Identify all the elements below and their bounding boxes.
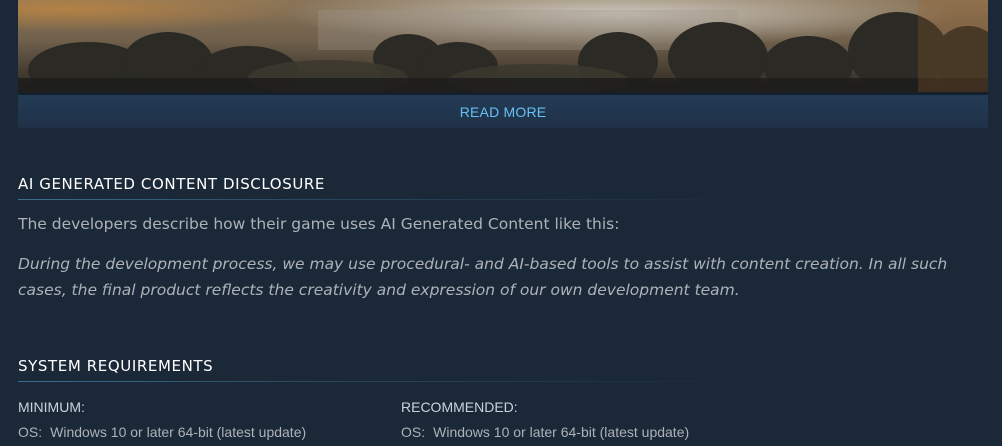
system-requirements-title: SYSTEM REQUIREMENTS [18, 357, 214, 375]
game-description-image [18, 0, 988, 92]
minimum-heading: MINIMUM: [18, 399, 85, 415]
read-more-button[interactable]: READ MORE [18, 95, 988, 128]
ai-disclosure-title: AI GENERATED CONTENT DISCLOSURE [18, 175, 326, 193]
store-page: READ MORE AI GENERATED CONTENT DISCLOSUR… [0, 0, 1002, 446]
requirements-minimum: MINIMUM: OS: Windows 10 or later 64-bit (… [18, 399, 306, 440]
requirements-recommended: RECOMMENDED: OS: Windows 10 or later 64-b… [401, 399, 689, 440]
recommended-os-label: OS: [401, 424, 426, 440]
minimum-os-label: OS: [18, 424, 43, 440]
ai-disclosure-quote: During the development process, we may u… [18, 255, 948, 299]
recommended-os-value: Windows 10 or later 64-bit (latest updat… [433, 424, 690, 440]
ai-disclosure-divider [18, 199, 758, 200]
minimum-os-value: Windows 10 or later 64-bit (latest updat… [50, 424, 307, 440]
recommended-heading: RECOMMENDED: [401, 399, 518, 415]
recommended-os-row: OS: Windows 10 or later 64-bit (latest up… [401, 424, 689, 440]
ai-disclosure-intro: The developers describe how their game u… [18, 215, 620, 233]
read-more-label[interactable]: READ MORE [460, 104, 547, 120]
minimum-os-row: OS: Windows 10 or later 64-bit (latest up… [18, 424, 306, 440]
system-requirements-divider [18, 381, 758, 382]
